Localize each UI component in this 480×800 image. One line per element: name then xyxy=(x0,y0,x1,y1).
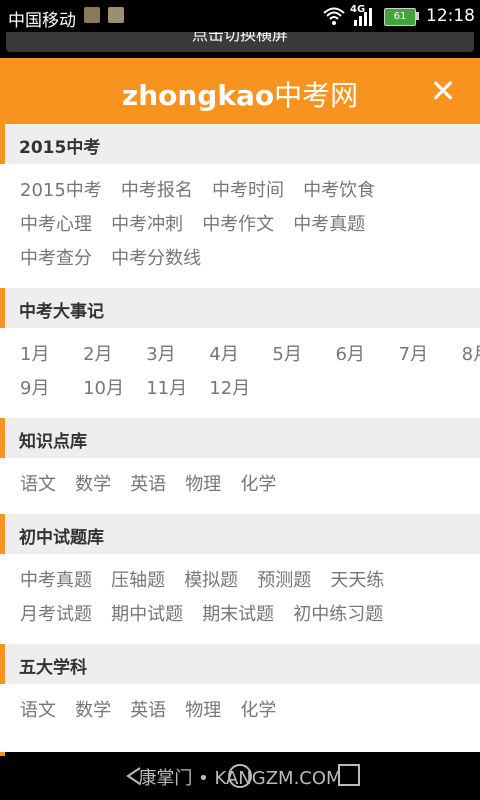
section-title: 初中试题库 xyxy=(19,528,104,548)
link-month[interactable]: 10月 xyxy=(83,372,127,406)
link-row: 中考查分 中考分数线 xyxy=(20,242,480,276)
section-edge-marker xyxy=(0,752,5,756)
section-knowledge: 知识点库 语文 数学 英语 物理 化学 xyxy=(0,418,480,514)
link-row: 1月 2月 3月 4月 5月 6月 7月 8月 xyxy=(20,338,480,372)
logo-chinese: 中考网 xyxy=(274,79,359,112)
wifi-icon xyxy=(323,7,345,25)
link-english[interactable]: 英语 xyxy=(130,694,166,728)
link-row: 月考试题 期中试题 期末试题 初中练习题 xyxy=(20,598,480,632)
link-row: 中考真题 压轴题 模拟题 预测题 天天练 xyxy=(20,564,480,598)
link-row: 2015中考 中考报名 中考时间 中考饮食 xyxy=(20,174,480,208)
section-title: 2015中考 xyxy=(19,138,101,158)
link-month[interactable]: 2月 xyxy=(83,338,127,372)
link-sprint[interactable]: 中考冲刺 xyxy=(111,208,183,242)
section-events: 中考大事记 1月 2月 3月 4月 5月 6月 7月 8月 9月 10月 11月… xyxy=(0,288,480,418)
link-chinese[interactable]: 语文 xyxy=(20,468,56,502)
link-row: 语文 数学 英语 物理 化学 xyxy=(20,694,480,728)
system-nav-bar: 康掌门 • KANGZM.COM xyxy=(0,752,480,800)
section-title: 五大学科 xyxy=(19,658,87,678)
watermark: 康掌门 • KANGZM.COM xyxy=(138,768,342,789)
link-month[interactable]: 1月 xyxy=(20,338,64,372)
section-links: 语文 数学 英语 物理 化学 xyxy=(0,684,480,740)
link-practice-questions[interactable]: 初中练习题 xyxy=(293,598,383,632)
link-exam-diet[interactable]: 中考饮食 xyxy=(303,174,375,208)
landscape-strip: 点击切换横屏 xyxy=(0,32,480,58)
link-psychology[interactable]: 中考心理 xyxy=(20,208,92,242)
switch-landscape-button[interactable]: 点击切换横屏 xyxy=(6,32,474,52)
logo-latin: zhongkao xyxy=(121,79,275,112)
battery-tip xyxy=(416,12,419,20)
section-title: 知识点库 xyxy=(19,432,87,452)
link-physics[interactable]: 物理 xyxy=(185,468,221,502)
app-header: zhongkao中考网 ✕ xyxy=(0,58,480,124)
section-header: 知识点库 xyxy=(0,418,480,458)
link-physics[interactable]: 物理 xyxy=(185,694,221,728)
link-math[interactable]: 数学 xyxy=(75,468,111,502)
section-links: 语文 数学 英语 物理 化学 xyxy=(0,458,480,514)
link-past-papers[interactable]: 中考真题 xyxy=(20,564,92,598)
notification-icon xyxy=(84,7,100,23)
link-row: 9月 10月 11月 12月 xyxy=(20,372,480,406)
link-final-questions[interactable]: 压轴题 xyxy=(111,564,165,598)
section-title: 中考大事记 xyxy=(19,302,104,322)
status-bar: 中国移动 4G 61 12:18 xyxy=(0,0,480,32)
section-subjects: 五大学科 语文 数学 英语 物理 化学 xyxy=(0,644,480,740)
link-month[interactable]: 5月 xyxy=(272,338,316,372)
menu-content: 2015中考 2015中考 中考报名 中考时间 中考饮食 中考心理 中考冲刺 中… xyxy=(0,124,480,740)
link-monthly-exams[interactable]: 月考试题 xyxy=(20,598,92,632)
link-math[interactable]: 数学 xyxy=(75,694,111,728)
link-month[interactable]: 8月 xyxy=(462,338,480,372)
link-cutoff-score[interactable]: 中考分数线 xyxy=(111,242,201,276)
link-month[interactable]: 12月 xyxy=(209,372,253,406)
link-essay[interactable]: 中考作文 xyxy=(202,208,274,242)
link-month[interactable]: 7月 xyxy=(399,338,443,372)
link-row: 中考心理 中考冲刺 中考作文 中考真题 xyxy=(20,208,480,242)
link-month[interactable]: 11月 xyxy=(146,372,190,406)
link-final-exams[interactable]: 期末试题 xyxy=(202,598,274,632)
link-predictions[interactable]: 预测题 xyxy=(257,564,311,598)
section-header: 初中试题库 xyxy=(0,514,480,554)
section-header: 五大学科 xyxy=(0,644,480,684)
section-links: 1月 2月 3月 4月 5月 6月 7月 8月 9月 10月 11月 12月 xyxy=(0,328,480,418)
link-chinese[interactable]: 语文 xyxy=(20,694,56,728)
battery-icon: 61 xyxy=(384,8,416,26)
link-month[interactable]: 3月 xyxy=(146,338,190,372)
section-header: 2015中考 xyxy=(0,124,480,164)
link-month[interactable]: 4月 xyxy=(209,338,253,372)
link-registration[interactable]: 中考报名 xyxy=(121,174,193,208)
link-2015-zhongkao[interactable]: 2015中考 xyxy=(20,174,102,208)
link-english[interactable]: 英语 xyxy=(130,468,166,502)
link-chemistry[interactable]: 化学 xyxy=(240,468,276,502)
section-2015: 2015中考 2015中考 中考报名 中考时间 中考饮食 中考心理 中考冲刺 中… xyxy=(0,124,480,288)
section-question-bank: 初中试题库 中考真题 压轴题 模拟题 预测题 天天练 月考试题 期中试题 期末试… xyxy=(0,514,480,644)
section-links: 中考真题 压轴题 模拟题 预测题 天天练 月考试题 期中试题 期末试题 初中练习… xyxy=(0,554,480,644)
link-score-check[interactable]: 中考查分 xyxy=(20,242,92,276)
carrier-label: 中国移动 xyxy=(8,11,76,31)
link-row: 语文 数学 英语 物理 化学 xyxy=(20,468,480,502)
link-past-papers[interactable]: 中考真题 xyxy=(293,208,365,242)
link-daily-practice[interactable]: 天天练 xyxy=(330,564,384,598)
section-links: 2015中考 中考报名 中考时间 中考饮食 中考心理 中考冲刺 中考作文 中考真… xyxy=(0,164,480,288)
signal-icon xyxy=(354,8,372,26)
link-mock-exams[interactable]: 模拟题 xyxy=(184,564,238,598)
link-midterm-exams[interactable]: 期中试题 xyxy=(111,598,183,632)
link-month[interactable]: 9月 xyxy=(20,372,64,406)
clock: 12:18 xyxy=(426,6,475,26)
close-icon[interactable]: ✕ xyxy=(428,75,458,107)
site-logo[interactable]: zhongkao中考网 xyxy=(0,74,480,114)
image-notification-icon xyxy=(108,7,124,23)
link-chemistry[interactable]: 化学 xyxy=(240,694,276,728)
link-exam-time[interactable]: 中考时间 xyxy=(212,174,284,208)
link-month[interactable]: 6月 xyxy=(335,338,379,372)
section-header: 中考大事记 xyxy=(0,288,480,328)
